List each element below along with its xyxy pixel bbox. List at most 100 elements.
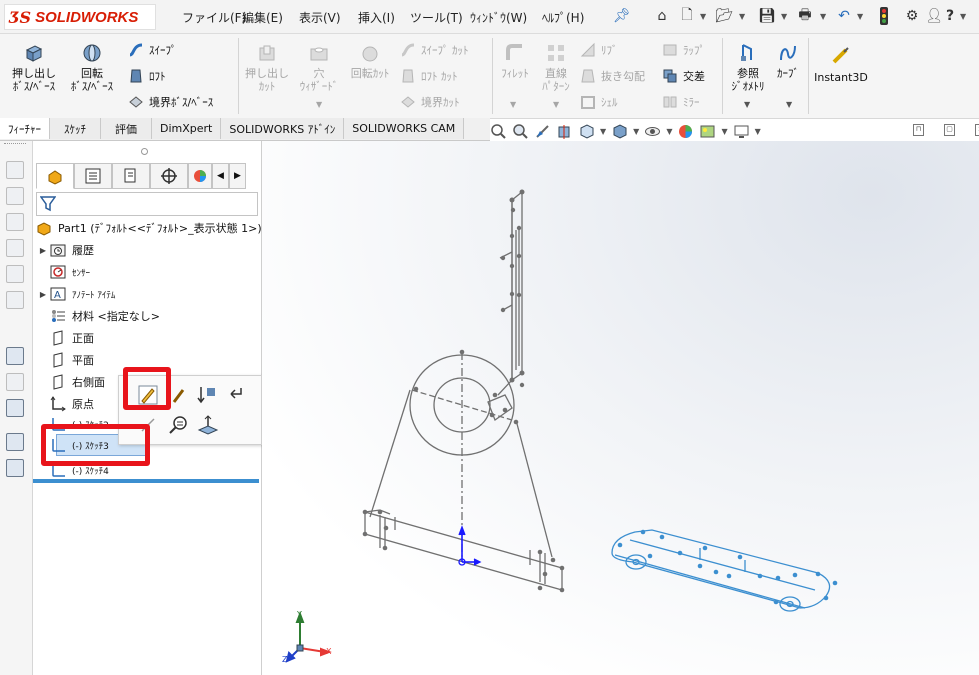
tree-item-history[interactable]: ▶ 履歴 [36, 240, 94, 260]
tab-dimxpert[interactable]: DimXpert [152, 118, 222, 139]
view-tool-icon[interactable] [6, 265, 24, 283]
close-icon[interactable]: × [975, 124, 979, 136]
chevron-down-icon[interactable]: ▼ [820, 12, 826, 21]
property-manager-tab[interactable] [74, 163, 112, 189]
tree-item-material[interactable]: 材料 <指定なし> [36, 306, 160, 326]
boundary-boss-button[interactable]: 境界ﾎﾞｽ/ﾍﾞｰｽ [128, 94, 213, 110]
mirror-button[interactable]: ﾐﾗｰ [662, 94, 700, 110]
view-tool-icon[interactable] [6, 291, 24, 309]
chevron-down-icon[interactable]: ▼ [786, 100, 792, 109]
tree-item-front-plane[interactable]: 正面 [36, 328, 94, 348]
linear-pattern-button[interactable]: 直線 ﾊﾟﾀｰﾝ [536, 42, 576, 93]
display-style-icon[interactable] [611, 123, 628, 140]
undo-icon[interactable]: ↶ [834, 6, 854, 26]
hide-show-items-icon[interactable] [644, 123, 661, 140]
tab-evaluate[interactable]: 評価 [101, 118, 152, 139]
traffic-light-icon[interactable] [874, 6, 894, 26]
menu-view[interactable]: 表示(V) [299, 9, 341, 26]
view-settings-icon[interactable] [733, 123, 750, 140]
apply-scene-icon[interactable] [699, 123, 716, 140]
chevron-down-icon[interactable]: ▼ [781, 12, 787, 21]
boundary-cut-button[interactable]: 境界ｶｯﾄ [400, 94, 460, 110]
zoom-to-fit-icon[interactable] [490, 123, 507, 140]
open-icon[interactable]: 📂︎ [714, 6, 734, 26]
menu-insert[interactable]: 挿入(I) [358, 9, 395, 26]
tab-scroll-left-icon[interactable]: ◀ [212, 163, 229, 189]
monitor-icon[interactable] [6, 399, 24, 417]
curves-button[interactable]: ｶｰﾌﾞ [770, 42, 806, 80]
sketch-line[interactable] [515, 419, 553, 558]
beam-sketch[interactable] [362, 509, 565, 593]
new-document-icon[interactable]: 🗋︎ [677, 6, 697, 26]
menu-file[interactable]: ファイル(F) [182, 9, 246, 26]
tree-rollback-bar[interactable] [33, 479, 259, 483]
graphics-area[interactable]: Y X Z [262, 141, 979, 675]
view-tool-icon[interactable] [6, 213, 24, 231]
settings-icon[interactable]: ⚙ [902, 6, 922, 26]
tree-item-sensors[interactable]: ｾﾝｻｰ [36, 262, 90, 282]
sweep-button[interactable]: ｽｲｰﾌﾟ [128, 42, 177, 58]
tree-item-origin[interactable]: 原点 [36, 394, 94, 414]
feature-tree-tab[interactable] [36, 163, 74, 189]
view-orientation-icon[interactable] [578, 123, 595, 140]
chevron-down-icon[interactable]: ▼ [739, 12, 745, 21]
help-icon[interactable]: ? [940, 6, 960, 26]
revolve-cut-button[interactable]: 回転ｶｯﾄ [346, 42, 394, 80]
tree-filter-field[interactable] [36, 192, 258, 216]
display-manager-tab[interactable] [188, 163, 212, 189]
edit-feature-icon[interactable] [171, 386, 187, 404]
zoom-to-area-icon[interactable] [512, 123, 529, 140]
tab-scroll-right-icon[interactable]: ▶ [229, 163, 246, 189]
pin-icon[interactable]: 📌︎ [613, 8, 631, 24]
menu-tools[interactable]: ツール(T) [410, 9, 463, 26]
instant3d-button[interactable]: Instant3D [812, 46, 870, 84]
solidworks-logo[interactable]: ƷS SOLIDWORKS [4, 4, 156, 30]
draft-button[interactable]: 抜き勾配 [580, 68, 645, 84]
chevron-down-icon[interactable]: ▼ [857, 12, 863, 21]
ring-sketch[interactable] [409, 349, 519, 560]
chevron-down-icon[interactable]: ▼ [316, 100, 322, 109]
tree-item-annotations[interactable]: ▶ A ｱﾉﾃｰﾄ ｱｲﾃﾑ [36, 284, 115, 304]
maximize-icon[interactable]: ▢ [944, 124, 955, 136]
zoom-to-selection-icon[interactable] [167, 414, 189, 436]
restore-icon[interactable]: ⊓ [913, 124, 924, 136]
chevron-down-icon[interactable]: ▼ [700, 12, 706, 21]
save-icon[interactable]: 💾︎ [757, 6, 777, 26]
vertical-sketch[interactable] [497, 189, 525, 396]
tree-item-top-plane[interactable]: 平面 [36, 350, 94, 370]
view-tool-icon[interactable] [6, 161, 24, 179]
shell-button[interactable]: ｼｪﾙ [580, 94, 618, 110]
wrap-button[interactable]: ﾗｯﾌﾟ [662, 42, 705, 58]
tab-solidworks-cam[interactable]: SOLIDWORKS CAM [344, 118, 465, 139]
tree-item-right-plane[interactable]: 右側面 [36, 372, 105, 392]
reference-geometry-button[interactable]: 参照 ｼﾞｵﾒﾄﾘ [726, 42, 770, 93]
chevron-down-icon[interactable]: ▼ [553, 100, 559, 109]
layers-icon[interactable] [6, 459, 24, 477]
chevron-down-icon[interactable]: ▼ [600, 127, 606, 136]
configuration-manager-tab[interactable] [112, 163, 150, 189]
intersect-button[interactable]: 交差 [662, 68, 705, 84]
layers-icon[interactable] [6, 433, 24, 451]
chevron-down-icon[interactable]: ▼ [744, 100, 750, 109]
fillet-button[interactable]: ﾌｨﾚｯﾄ [496, 42, 534, 80]
menu-help[interactable]: ﾍﾙﾌﾟ(H) [542, 9, 584, 26]
menu-window[interactable]: ｳｨﾝﾄﾞｳ(W) [470, 9, 527, 26]
rib-button[interactable]: ﾘﾌﾞ [580, 42, 618, 58]
chevron-down-icon[interactable]: ▼ [633, 127, 639, 136]
home-icon[interactable]: ⌂ [652, 6, 672, 26]
chevron-down-icon[interactable]: ▼ [755, 127, 761, 136]
panel-grip-icon[interactable] [141, 148, 148, 155]
extrude-cut-button[interactable]: 押し出し ｶｯﾄ [244, 42, 290, 93]
hole-wizard-button[interactable]: 穴 ｳｨｻﾞｰﾄﾞ [294, 42, 344, 93]
grip-handle[interactable] [4, 143, 26, 147]
edit-appearance-icon[interactable] [677, 123, 694, 140]
print-icon[interactable]: 🖶︎ [795, 6, 815, 26]
tab-features[interactable]: ﾌｨｰﾁｬｰ [0, 118, 50, 139]
origin-marker[interactable] [458, 525, 482, 566]
tab-sketch[interactable]: ｽｹｯﾁ [50, 118, 101, 139]
expand-arrow-icon[interactable]: ▶ [36, 246, 50, 255]
sketch-line[interactable] [369, 389, 411, 518]
view-tool-icon[interactable] [6, 187, 24, 205]
model-view[interactable] [262, 141, 979, 675]
chevron-down-icon[interactable]: ▼ [510, 100, 516, 109]
